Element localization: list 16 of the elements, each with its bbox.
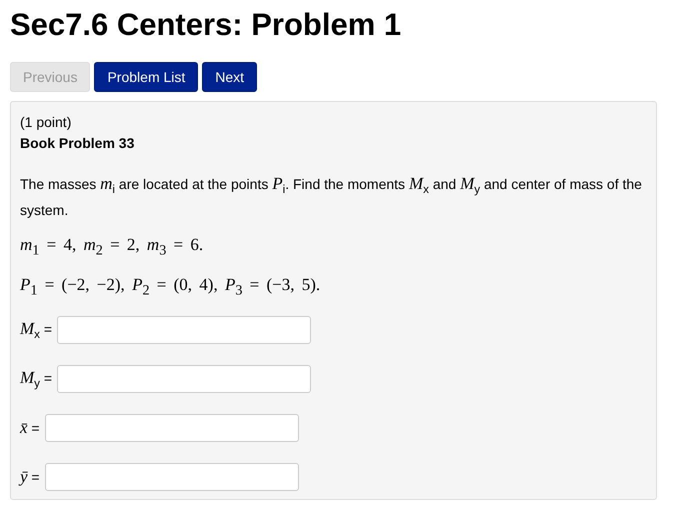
source-text: Book Problem 33: [20, 135, 134, 151]
answer-label: M$_{y}$ =: [20, 368, 52, 390]
answer-label: x̄ =: [20, 418, 40, 438]
nav-button[interactable]: Problem List: [94, 62, 198, 92]
points-text: (1 point): [20, 114, 72, 130]
nav-button[interactable]: Next: [202, 62, 258, 92]
mass-values: m$_{1}$ = 4, m$_{2}$ = 2, m$_{3}$ = 6.: [20, 234, 204, 260]
problem-statement: The masses m$_{i}$ are located at the points P$_{i}$. Find the moments M$_{x}$ and M$_{y}$ and center of mass of the system.: [20, 173, 643, 220]
answer-label: M$_{x}$ =: [20, 318, 52, 340]
page-title: Sec7.6 Centers: Problem 1: [10, 6, 402, 44]
point-values: P$_{1}$ = (−2, −2), P$_{2}$ = (0, 4), P$_{3}$ = (−3, 5).: [20, 275, 320, 300]
answer-field[interactable]: [44, 462, 299, 491]
answer-field[interactable]: [57, 316, 312, 344]
answer-field[interactable]: [57, 364, 312, 393]
answer-label: ȳ =: [20, 466, 40, 487]
answer-field[interactable]: [44, 414, 299, 442]
